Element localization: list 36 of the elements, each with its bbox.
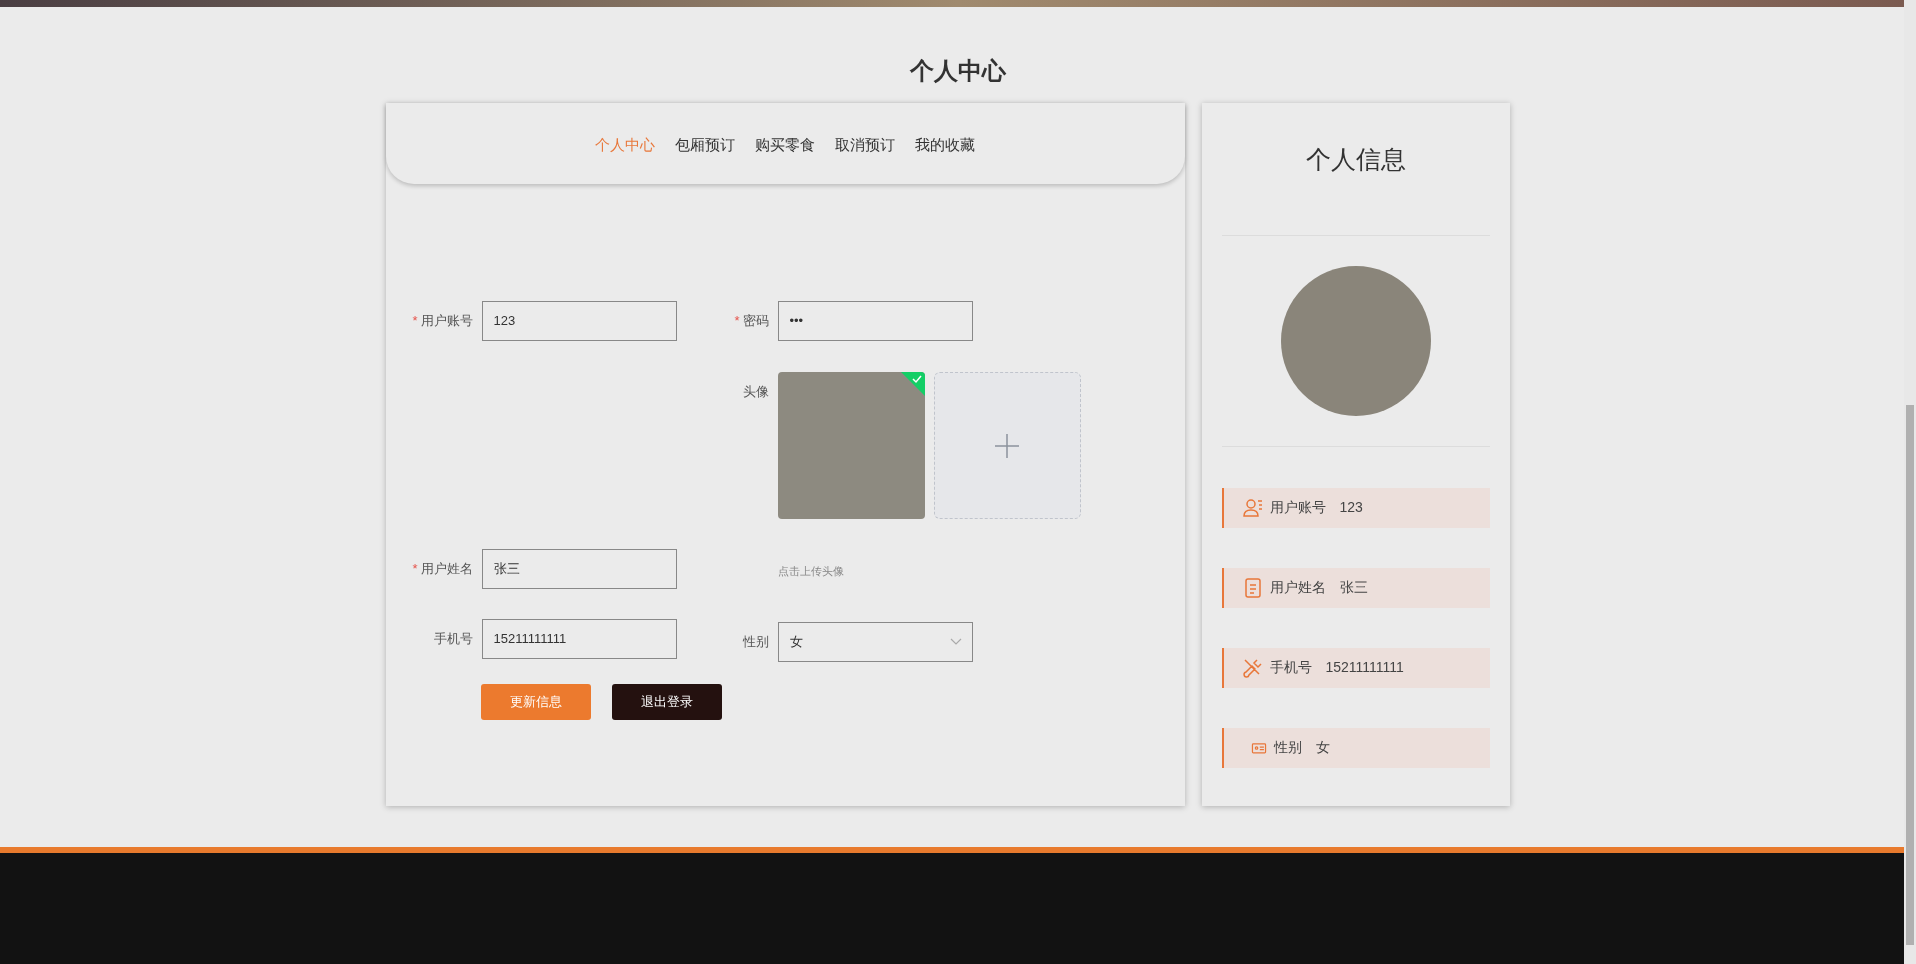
scrollbar[interactable] — [1904, 0, 1916, 964]
info-label: 性别 — [1273, 738, 1302, 757]
user-icon — [1241, 496, 1264, 519]
profile-title: 个人信息 — [1305, 144, 1406, 175]
field-label: 性别 — [742, 632, 769, 651]
info-label: 手机号 — [1269, 658, 1312, 677]
info-label: 用户姓名 — [1269, 578, 1326, 597]
field-label: 用户账号 — [420, 312, 473, 331]
required-mark: * — [734, 312, 740, 331]
required-mark: * — [412, 560, 418, 579]
info-value: 15211111111 — [1325, 658, 1404, 677]
input-field[interactable]: 15211111111 — [481, 619, 677, 659]
info-value: 张三 — [1339, 578, 1368, 597]
required-mark: * — [412, 312, 418, 331]
password-field[interactable]: ••• — [777, 301, 973, 341]
plus-icon — [995, 433, 1019, 458]
page-title: 个人中心 — [910, 56, 1006, 86]
field-label: 用户姓名 — [420, 560, 473, 579]
select-field[interactable]: 女 — [777, 621, 973, 662]
chevron-down-icon — [949, 637, 962, 646]
upload-hint: 点击上传头像 — [777, 564, 845, 579]
tools-icon — [1241, 656, 1264, 679]
logout-button[interactable]: 退出登录 — [611, 683, 722, 720]
nav-tab[interactable]: 我的收藏 — [915, 134, 975, 157]
input-field[interactable]: 张三 — [481, 549, 677, 589]
field-label: 密码 — [742, 312, 769, 331]
info-value: 123 — [1339, 498, 1363, 517]
input-field[interactable]: 123 — [481, 301, 677, 341]
info-label: 用户账号 — [1269, 498, 1326, 517]
nav-tab[interactable]: 取消预订 — [835, 134, 895, 157]
nav-tab[interactable]: 包厢预订 — [675, 134, 735, 157]
field-label: 手机号 — [433, 630, 473, 649]
field-label: 头像 — [742, 383, 769, 402]
info-value: 女 — [1315, 738, 1330, 757]
upload-button[interactable] — [933, 372, 1081, 519]
nav-tab[interactable]: 购买零食 — [755, 134, 815, 157]
